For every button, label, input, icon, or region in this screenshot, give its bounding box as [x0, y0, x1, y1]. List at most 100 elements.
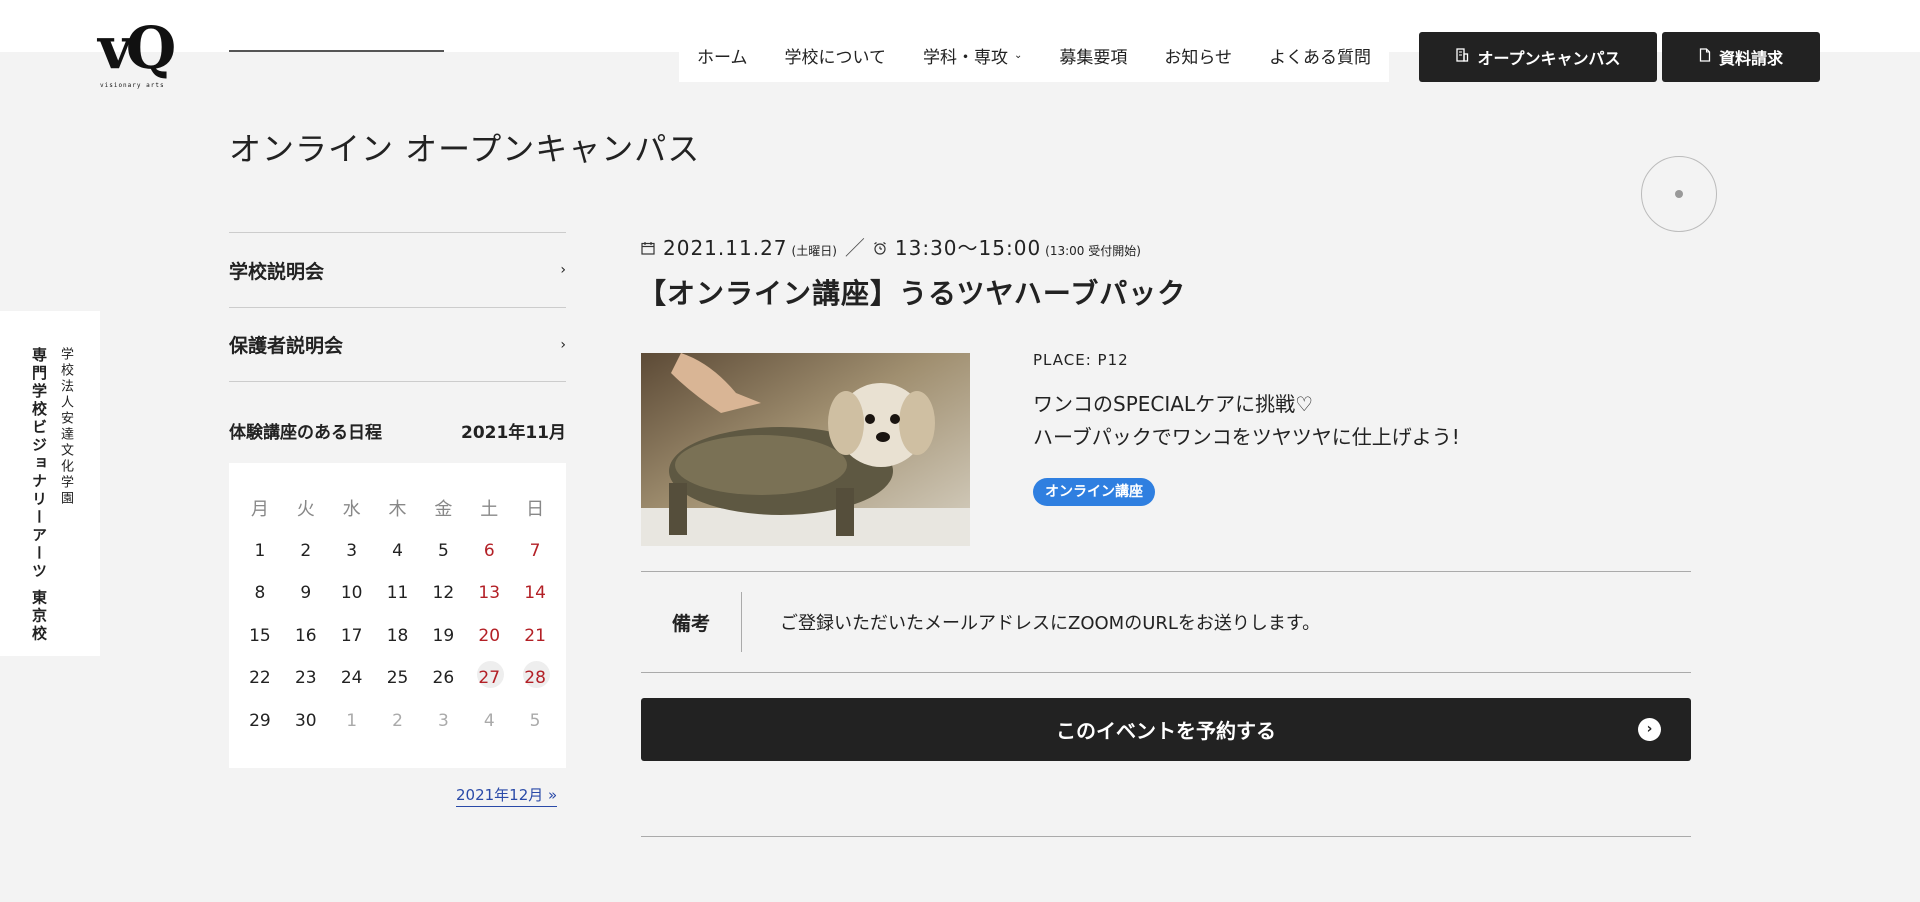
calendar-week: 15 16 17 18 19 20 21 [237, 615, 558, 658]
circle-arrow-icon: › [1638, 718, 1661, 741]
weekday-label: 日 [526, 499, 545, 521]
calendar-day: 9 [300, 583, 312, 604]
calendar-day-next-month: 4 [483, 710, 495, 731]
calendar-day: 21 [524, 625, 546, 646]
calendar-day-event[interactable]: 27 [466, 661, 512, 689]
calendar-day-next-month: 1 [346, 710, 358, 731]
weekday-label: 木 [388, 499, 407, 521]
logo-mark: vQ [98, 14, 176, 82]
calendar-day: 23 [294, 668, 317, 689]
calendar-day: 5 [437, 540, 449, 561]
nav-admissions[interactable]: 募集要項 [1059, 43, 1127, 68]
nav-faq-label: よくある質問 [1269, 47, 1372, 68]
weekday-label: 土 [480, 499, 499, 521]
calendar-day: 19 [432, 625, 455, 646]
calendar-day: 1 [254, 540, 266, 561]
event-note-text: ご登録いただいたメールアドレスにZOOMのURLをお送りします。 [780, 613, 1321, 634]
building-icon [1455, 48, 1469, 66]
calendar-day: 6 [483, 540, 495, 561]
side-menu-school-briefing[interactable]: 学校説明会 › [229, 232, 566, 307]
school-logo[interactable]: vQ visionary arts [98, 16, 184, 94]
nav-news-label: お知らせ [1164, 47, 1233, 68]
event-description: ワンコのSPECIALケアに挑戦♡ ハーブパックでワンコをツヤツヤに仕上げよう! [1033, 388, 1460, 454]
calendar-day: 18 [386, 625, 409, 646]
calendar-weekday-row: 月 火 水 木 金 土 日 [237, 487, 558, 530]
calendar-day-event-label: 28 [524, 668, 546, 689]
chevron-down-icon: ⌄ [1014, 49, 1023, 61]
event-note-label: 備考 [671, 612, 710, 635]
calendar-day: 15 [249, 625, 271, 646]
event-time: 13:30〜15:00 [894, 236, 1042, 260]
nav-departments[interactable]: 学科・専攻 ⌄ [923, 43, 1022, 68]
calendar-day: 30 [294, 710, 317, 731]
logo-subtext: visionary arts [100, 82, 165, 89]
calendar-day-next-month: 2 [392, 710, 403, 731]
nav-admissions-label: 募集要項 [1059, 47, 1128, 68]
calendar-heading: 体験講座のある日程 [229, 423, 382, 443]
next-month-link[interactable]: 2021年12月 » [456, 784, 558, 807]
nav-faq[interactable]: よくある質問 [1269, 43, 1371, 68]
event-photo-dog [641, 353, 970, 546]
event-reception-time: (13:00 受付開始) [1045, 244, 1141, 258]
calendar-week: 22 23 24 25 26 27 28 [237, 657, 558, 700]
nav-news[interactable]: お知らせ [1164, 43, 1232, 68]
calendar-day: 24 [340, 668, 363, 689]
calendar-day: 11 [386, 583, 409, 604]
calendar-day: 2 [300, 540, 312, 561]
chevron-right-icon: › [560, 262, 566, 278]
school-corp-name: 学校法人安達文化学園 [58, 347, 73, 507]
circle-dot [1675, 190, 1683, 198]
event-datetime: 2021.11.27 (土曜日) ／ 13:30〜15:00 (13:00 受付… [641, 232, 1141, 261]
open-campus-label: オープンキャンパス [1477, 49, 1621, 68]
calendar-day-event[interactable]: 28 [512, 661, 558, 689]
school-name-tab: 学校法人安達文化学園 専門学校ビジョナリーアーツ 東京校 [0, 311, 100, 656]
event-place: PLACE: P12 [1033, 351, 1129, 369]
note-divider [741, 592, 742, 652]
calendar-header: 体験講座のある日程 2021年11月 [229, 418, 566, 443]
page-top-circle[interactable] [1641, 156, 1717, 232]
calendar-month: 2021年11月 [461, 423, 566, 443]
calendar-day: 22 [249, 668, 271, 689]
calendar-day: 20 [478, 625, 501, 646]
request-documents-label: 資料請求 [1718, 49, 1783, 68]
nav-about[interactable]: 学校について [785, 43, 887, 68]
event-weekday: (土曜日) [791, 244, 837, 258]
calendar-day: 14 [524, 583, 546, 604]
main-nav: ホーム 学校について 学科・専攻 ⌄ 募集要項 お知らせ よくある質問 [679, 28, 1390, 82]
side-menu-parent-briefing[interactable]: 保護者説明会 › [229, 307, 566, 382]
header-divider [229, 50, 444, 52]
nav-home-label: ホーム [697, 47, 748, 68]
event-note: 備考 ご登録いただいたメールアドレスにZOOMのURLをお送りします。 [641, 571, 1691, 673]
event-description-line2: ハーブパックでワンコをツヤツヤに仕上げよう! [1033, 425, 1460, 449]
event-description-line1: ワンコのSPECIALケアに挑戦♡ [1033, 392, 1314, 416]
document-icon [1699, 48, 1711, 66]
nav-home[interactable]: ホーム [697, 43, 748, 68]
calendar-icon [641, 241, 655, 259]
event-title: 【オンライン講座】うるツヤハーブパック [638, 277, 1187, 310]
weekday-label: 月 [250, 499, 269, 521]
school-name: 専門学校ビジョナリーアーツ 東京校 [30, 347, 48, 644]
calendar-day: 13 [478, 583, 501, 604]
reserve-event-button[interactable]: このイベントを予約する › [641, 698, 1691, 761]
calendar-day: 17 [340, 625, 363, 646]
open-campus-button[interactable]: オープンキャンパス [1419, 32, 1657, 82]
alarm-clock-icon [873, 241, 887, 259]
calendar-day: 8 [254, 583, 266, 604]
request-documents-button[interactable]: 資料請求 [1662, 32, 1820, 82]
page-title: オンライン オープンキャンパス [229, 130, 701, 168]
date-time-separator: ／ [844, 236, 865, 260]
calendar-day: 26 [432, 668, 455, 689]
calendar-week: 29 30 1 2 3 4 5 [237, 700, 558, 743]
side-menu-parent-briefing-label: 保護者説明会 [229, 335, 344, 357]
calendar-week: 8 9 10 11 12 13 14 [237, 572, 558, 615]
side-menu-school-briefing-label: 学校説明会 [229, 260, 325, 283]
calendar-day-next-month: 5 [529, 710, 541, 731]
calendar-day: 4 [392, 540, 403, 561]
weekday-label: 水 [342, 499, 361, 521]
event-category-tag: オンライン講座 [1033, 478, 1155, 506]
calendar-day: 25 [386, 668, 409, 689]
calendar-day: 10 [340, 583, 363, 604]
calendar-day: 7 [529, 540, 541, 561]
nav-departments-label: 学科・専攻 [923, 47, 1008, 68]
calendar: 月 火 水 木 金 土 日 1 2 3 4 5 6 7 8 9 10 11 12… [229, 463, 566, 768]
